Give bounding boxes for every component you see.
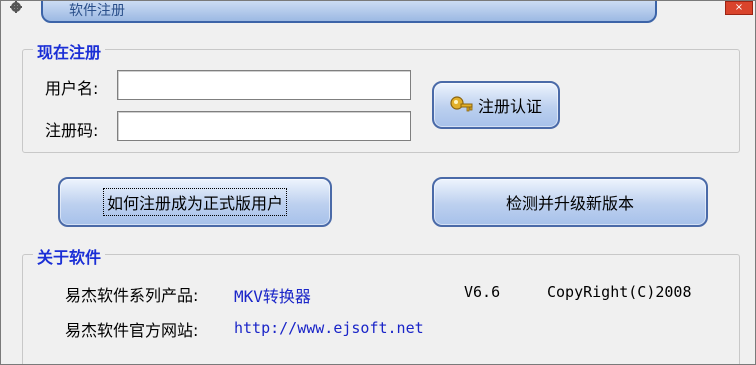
- title-bar: 软件注册 ×: [1, 1, 755, 23]
- check-update-label: 检测并升级新版本: [505, 194, 634, 213]
- about-group-title: 关于软件: [33, 244, 106, 268]
- website-link[interactable]: http://www.ejsoft.net: [234, 319, 424, 337]
- copyright-text: CopyRight(C)2008: [547, 283, 692, 301]
- product-label: 易杰软件系列产品:: [65, 286, 199, 305]
- version-text: V6.6: [464, 283, 501, 301]
- window-title: 软件注册: [69, 3, 125, 19]
- code-label: 注册码:: [45, 121, 99, 140]
- code-input[interactable]: [117, 111, 411, 141]
- key-icon: [450, 96, 473, 112]
- product-name: MKV转换器: [234, 287, 311, 306]
- register-dialog: 软件注册 × 现在注册 用户名: 注册码: 注册认证 如何注册成为正式版用户 检…: [0, 0, 756, 365]
- register-group-title: 现在注册: [33, 39, 106, 63]
- window-title-tab: 软件注册: [41, 1, 657, 23]
- verify-register-button[interactable]: 注册认证: [432, 81, 560, 129]
- username-input[interactable]: [117, 70, 411, 100]
- how-to-register-label: 如何注册成为正式版用户: [102, 188, 287, 216]
- close-button[interactable]: ×: [725, 1, 753, 15]
- check-update-button[interactable]: 检测并升级新版本: [432, 177, 708, 227]
- username-label: 用户名:: [45, 79, 99, 98]
- verify-register-label: 注册认证: [477, 97, 542, 116]
- about-group: 关于软件: [22, 244, 740, 364]
- app-gear-icon: [10, 1, 22, 13]
- how-to-register-button[interactable]: 如何注册成为正式版用户: [58, 177, 332, 227]
- website-label: 易杰软件官方网站:: [65, 321, 199, 340]
